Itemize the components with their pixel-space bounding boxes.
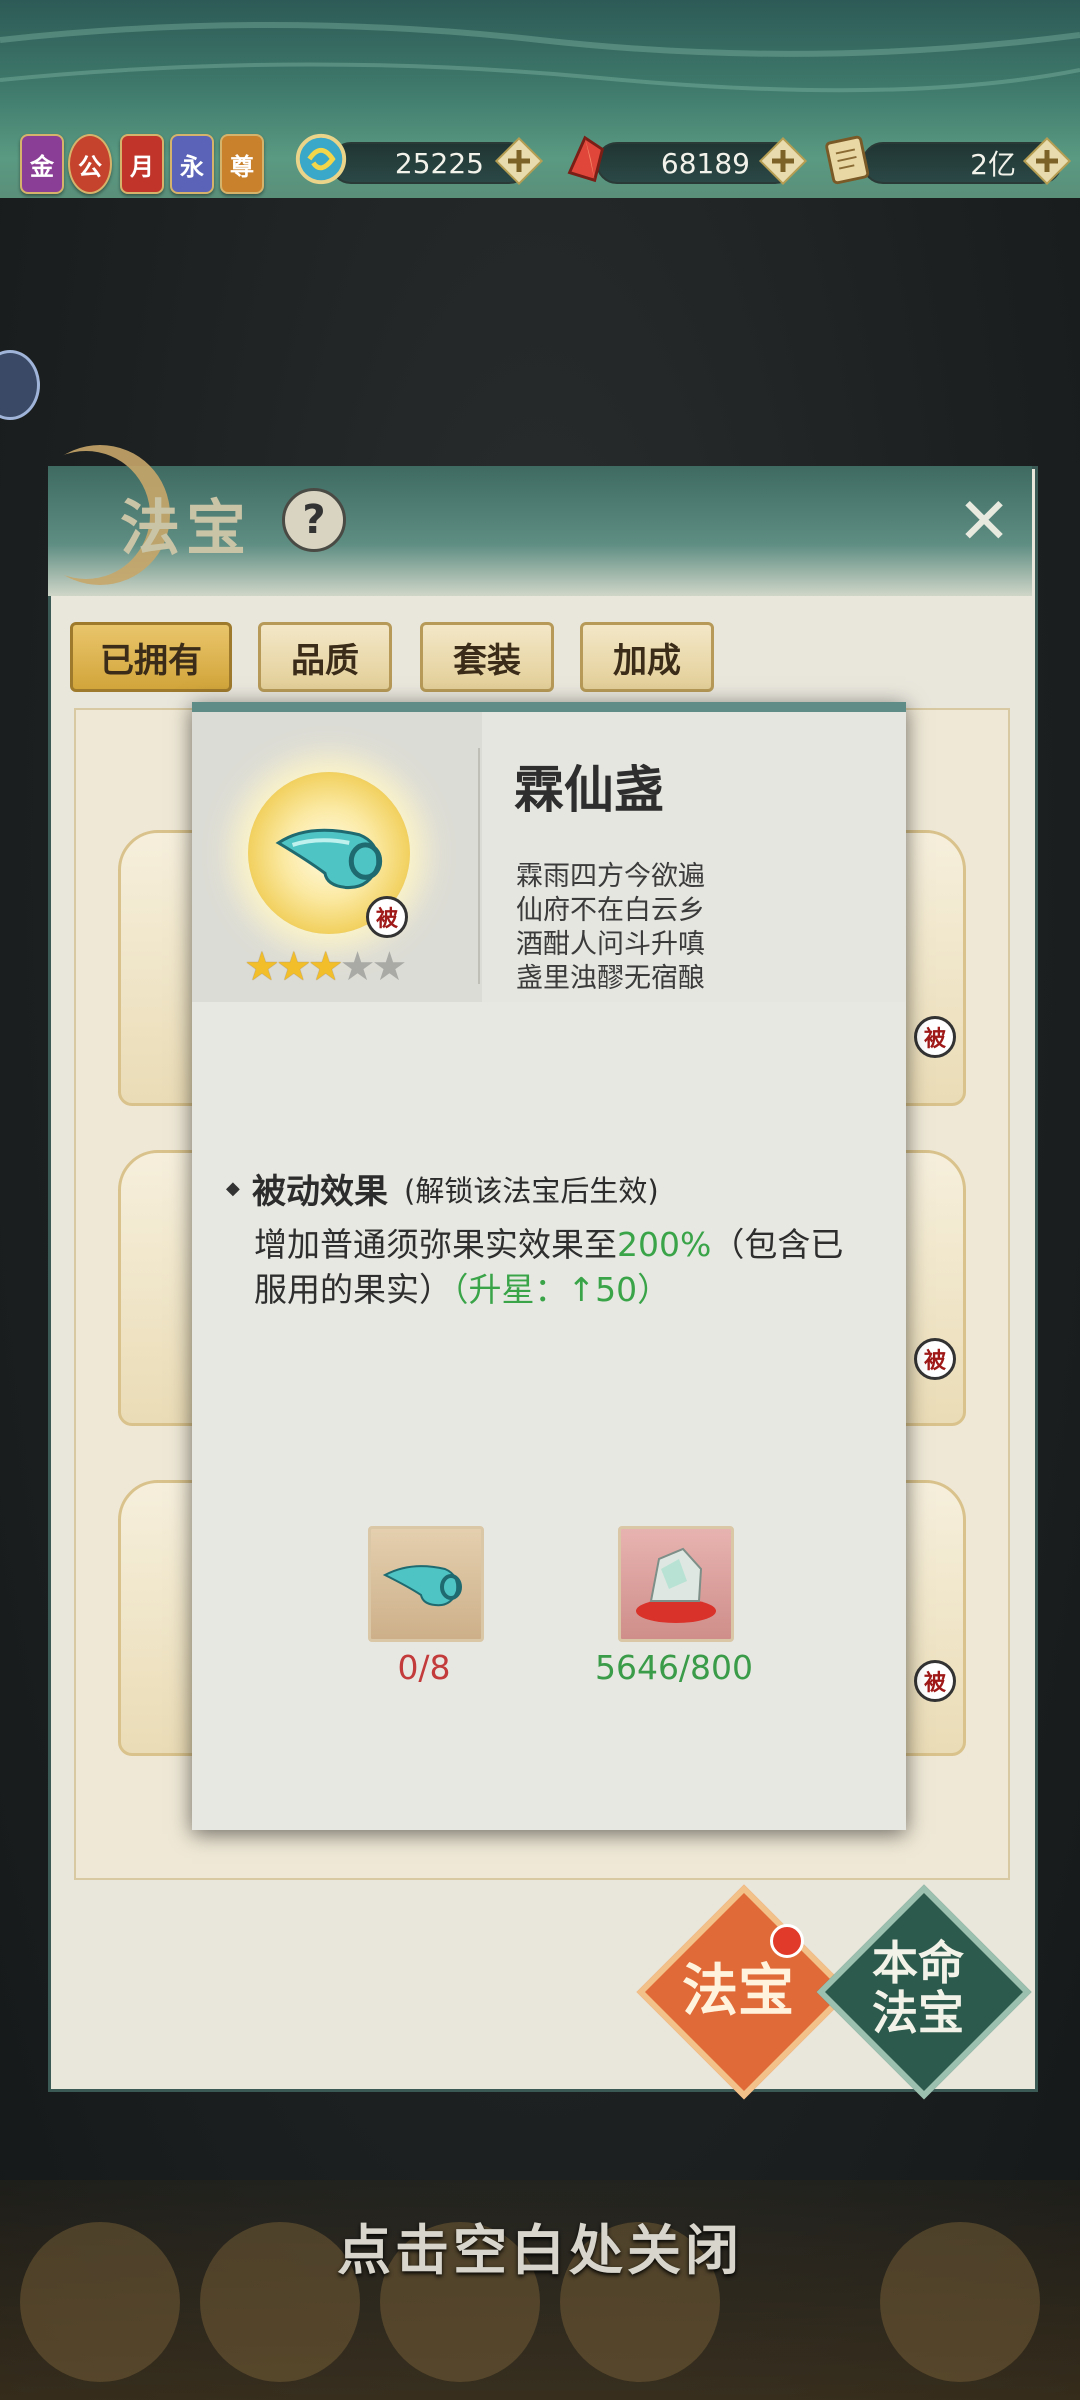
passive-badge-icon: 被 xyxy=(914,1338,956,1380)
star-empty-icon: ★ xyxy=(339,944,376,990)
close-icon[interactable]: ✕ xyxy=(956,490,1012,554)
diamond-bullet-icon: ◆ xyxy=(226,1178,240,1199)
poem-line: 盏里浊醪无宿酿 xyxy=(516,963,705,994)
tab-set[interactable]: 套装 xyxy=(420,622,554,692)
spirit-stone-icon xyxy=(636,1547,716,1623)
benming-fabao-label: 本命 法宝 xyxy=(848,1938,988,2038)
close-hint: 点击空白处关闭 xyxy=(337,2219,743,2282)
badge-month[interactable]: 月 xyxy=(120,134,164,194)
material-slot-stone[interactable] xyxy=(618,1526,734,1642)
tab-bonus[interactable]: 加成 xyxy=(580,622,714,692)
scroll-icon xyxy=(825,135,870,185)
jade-count: 25225 xyxy=(394,146,484,180)
star-filled-icon: ★ xyxy=(307,944,344,990)
jade-cup-icon xyxy=(382,1565,462,1607)
notification-dot xyxy=(770,1924,804,1958)
passive-badge-icon: 被 xyxy=(366,896,408,938)
wave-decoration xyxy=(0,22,1080,93)
badge-label: 永 xyxy=(180,152,204,181)
scroll-count: 2亿 xyxy=(970,148,1016,181)
star-filled-icon: ★ xyxy=(275,944,312,990)
material-count-stone: 5646/800 xyxy=(594,1648,754,1687)
star-filled-icon: ★ xyxy=(244,944,280,990)
effect-desc-text: 增加普通须弥果实效果至 xyxy=(254,1225,617,1264)
star-rating: ★★★★★ xyxy=(244,944,407,990)
add-scroll-icon[interactable] xyxy=(1022,136,1072,186)
red-crystal-icon xyxy=(567,135,605,183)
effect-description: 增加普通须弥果实效果至200%（包含已服用的果实）（升星：↑50） xyxy=(254,1222,874,1312)
material-count-cup: 0/8 xyxy=(397,1648,451,1687)
panel-title: 法宝 xyxy=(120,494,252,564)
badge-gold[interactable]: 金 xyxy=(20,134,64,194)
badge-label: 金 xyxy=(30,152,54,181)
item-detail-dialog: 被 ★★★★★ 霖仙盏 霖雨四方今欲遍 仙府不在白云乡 酒酣人问斗升嗔 盏里浊醪… xyxy=(192,702,906,1830)
add-jade-icon[interactable] xyxy=(494,136,544,186)
benming-label-line2: 法宝 xyxy=(872,1986,964,2040)
item-name: 霖仙盏 xyxy=(514,760,664,819)
effect-title: 被动效果 xyxy=(252,1172,388,1212)
jade-swirl-icon xyxy=(295,133,347,185)
star-empty-icon: ★ xyxy=(371,944,407,990)
crystal-count: 68189 xyxy=(660,146,750,180)
header-divider xyxy=(478,748,480,984)
tab-owned[interactable]: 已拥有 xyxy=(70,622,232,692)
fabao-button-label: 法宝 xyxy=(682,1958,794,2024)
badge-label: 尊 xyxy=(230,152,254,181)
add-crystal-icon[interactable] xyxy=(758,136,808,186)
material-slot-cup[interactable] xyxy=(368,1526,484,1642)
badge-gong[interactable]: 公 xyxy=(68,134,112,194)
benming-label-line1: 本命 xyxy=(872,1936,964,1990)
badge-supreme[interactable]: 尊 xyxy=(220,134,264,194)
tab-quality[interactable]: 品质 xyxy=(258,622,392,692)
passive-badge-icon: 被 xyxy=(914,1016,956,1058)
help-icon[interactable]: ? xyxy=(282,488,346,552)
badge-label: 月 xyxy=(130,152,154,181)
effect-condition: (解锁该法宝后生效) xyxy=(404,1174,659,1208)
effect-value: 200% xyxy=(617,1225,712,1264)
effect-upgrade: （升星：↑50） xyxy=(452,1270,671,1309)
badge-permanent[interactable]: 永 xyxy=(170,134,214,194)
badge-label: 公 xyxy=(78,152,102,181)
passive-badge-icon: 被 xyxy=(914,1660,956,1702)
